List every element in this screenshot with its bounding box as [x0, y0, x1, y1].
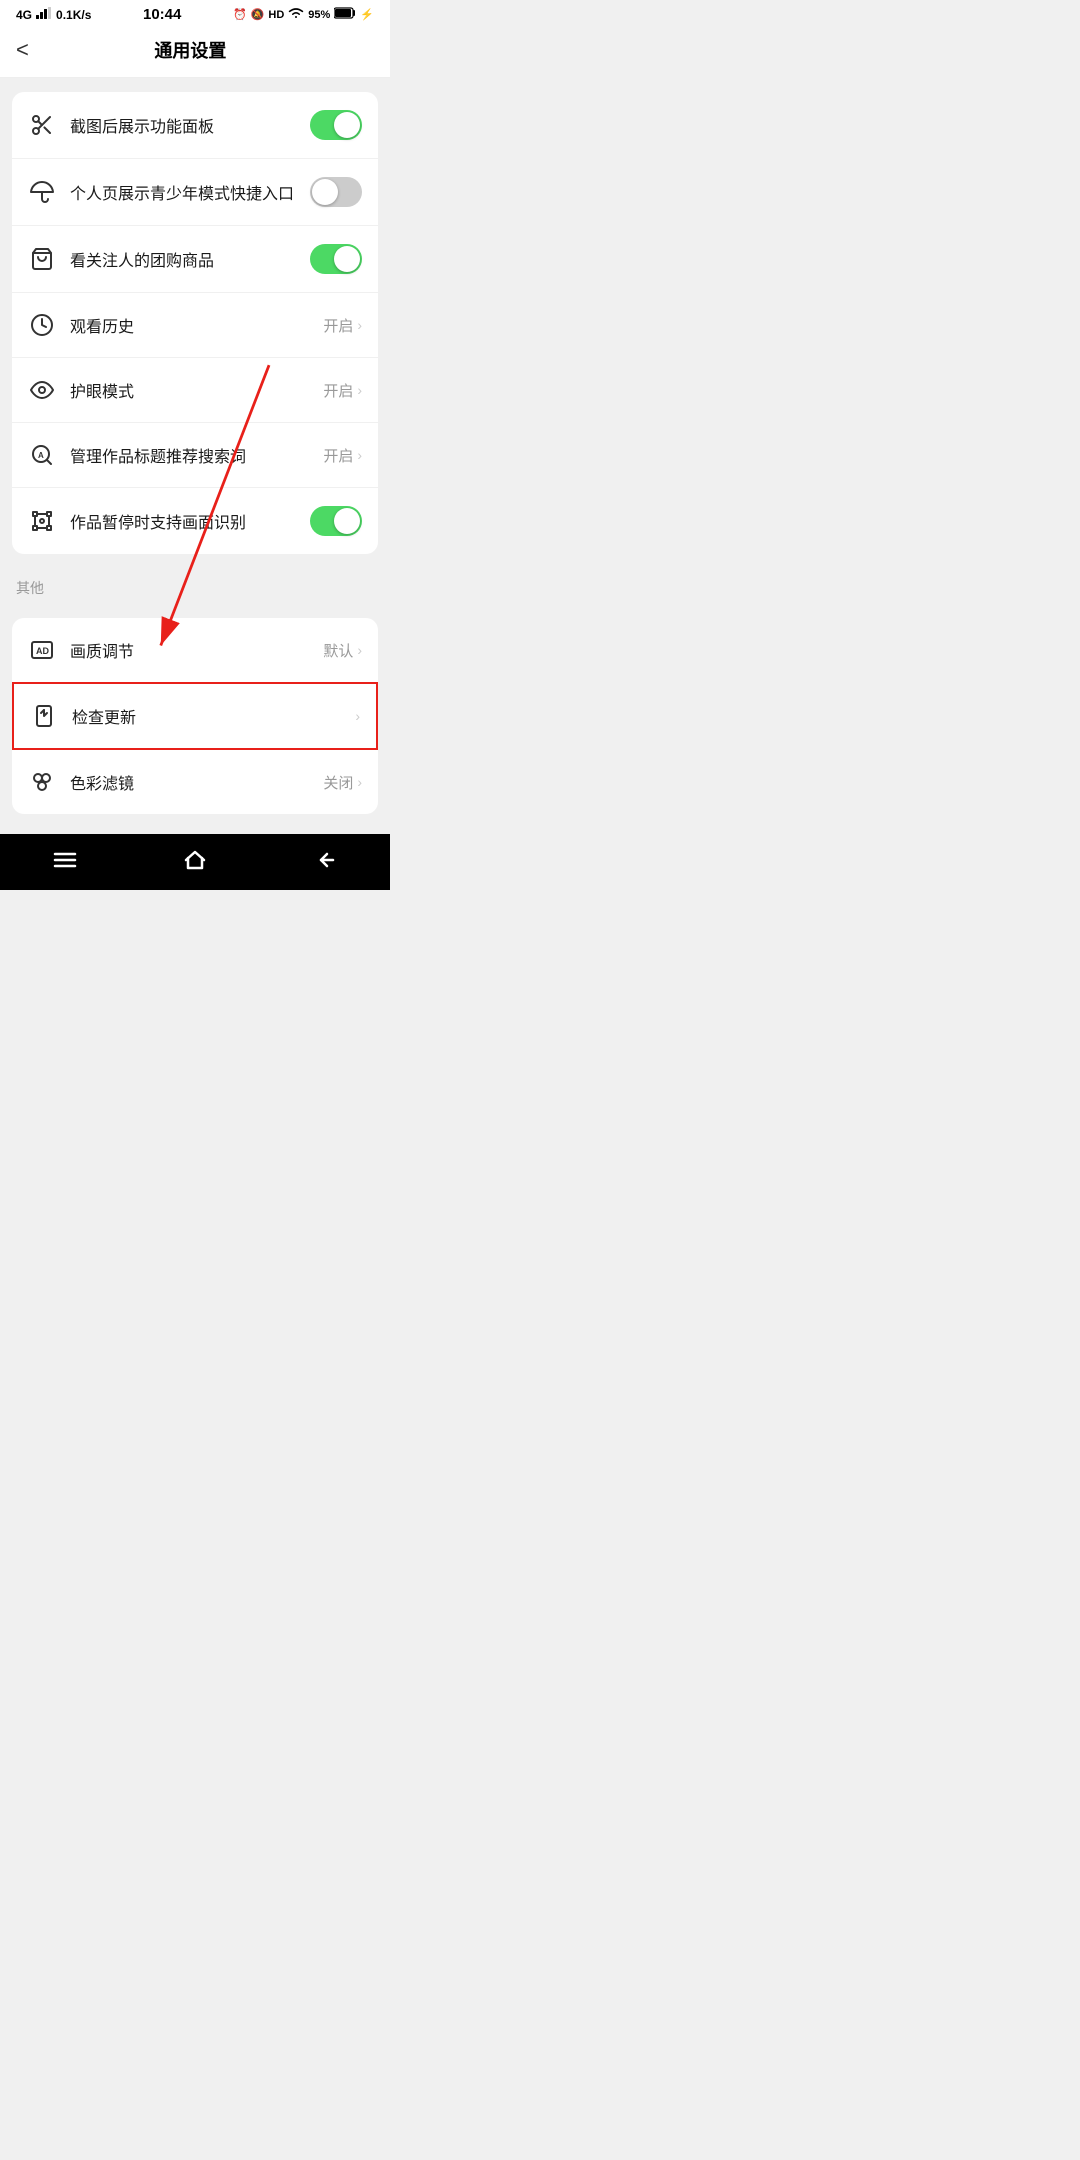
color-status: 关闭: [323, 772, 353, 793]
chevron-eye: ›: [357, 382, 362, 398]
wifi-icon: [288, 7, 304, 22]
svg-text:AD: AD: [36, 646, 49, 656]
setting-row-color-filter[interactable]: 色彩滤镜 关闭 ›: [12, 750, 378, 814]
chevron-search: ›: [357, 447, 362, 463]
chevron-quality: ›: [357, 642, 362, 658]
main-settings-card: 截图后展示功能面板 个人页展示青少年模式快捷入口 看关注人的团购商品: [12, 92, 378, 554]
battery-icon: [334, 7, 356, 22]
setting-label-eye: 护眼模式: [70, 378, 323, 402]
setting-label-color: 色彩滤镜: [70, 770, 323, 794]
search-status: 开启: [323, 445, 353, 466]
back-button[interactable]: <: [16, 37, 29, 63]
chevron-update: ›: [355, 708, 360, 724]
bottom-menu-icon[interactable]: [53, 851, 77, 869]
setting-value-quality: 默认 ›: [323, 640, 362, 661]
silent-icon: 🔕: [251, 8, 265, 21]
setting-label-groupbuy: 看关注人的团购商品: [70, 247, 310, 271]
setting-value-eye: 开启 ›: [323, 380, 362, 401]
signal-bars: [36, 7, 52, 22]
other-section-label: 其他: [0, 568, 390, 604]
bottom-home-icon[interactable]: [183, 848, 207, 872]
svg-text:A: A: [38, 451, 44, 460]
clock-icon: [28, 311, 56, 339]
scan-icon: [28, 507, 56, 535]
setting-label-search: 管理作品标题推荐搜索词: [70, 443, 323, 467]
setting-row-manage-search[interactable]: A 管理作品标题推荐搜索词 开启 ›: [12, 423, 378, 488]
umbrella-icon: [28, 178, 56, 206]
toggle-recognition[interactable]: [310, 506, 362, 536]
bag-icon: [28, 245, 56, 273]
network-speed: 0.1K/s: [56, 8, 91, 22]
main-content: 截图后展示功能面板 个人页展示青少年模式快捷入口 看关注人的团购商品: [0, 92, 390, 814]
check-update-highlight-box: 检查更新 ›: [12, 682, 378, 750]
charging-icon: ⚡: [360, 8, 374, 21]
navigation-bar: < 通用设置: [0, 27, 390, 78]
history-status: 开启: [323, 315, 353, 336]
status-right: ⏰ 🔕 HD 95% ⚡: [233, 7, 374, 22]
setting-label-update: 检查更新: [72, 704, 355, 728]
ad-icon: AD: [28, 636, 56, 664]
status-left: 4G 0.1K/s: [16, 7, 91, 22]
quality-status: 默认: [323, 640, 353, 661]
page-title: 通用设置: [39, 37, 342, 63]
toggle-screenshot[interactable]: [310, 110, 362, 140]
setting-row-screenshot-panel[interactable]: 截图后展示功能面板: [12, 92, 378, 159]
setting-row-eye-protection[interactable]: 护眼模式 开启 ›: [12, 358, 378, 423]
color-icon: [28, 768, 56, 796]
setting-value-search: 开启 ›: [323, 445, 362, 466]
setting-label-youth: 个人页展示青少年模式快捷入口: [70, 180, 310, 204]
hd-icon: HD: [268, 9, 284, 21]
setting-label-screenshot: 截图后展示功能面板: [70, 113, 310, 137]
setting-row-youth-mode[interactable]: 个人页展示青少年模式快捷入口: [12, 159, 378, 226]
setting-row-video-quality[interactable]: AD 画质调节 默认 ›: [12, 618, 378, 682]
search-a-icon: A: [28, 441, 56, 469]
bottom-nav: [0, 834, 390, 890]
chevron-history: ›: [357, 317, 362, 333]
update-icon: [30, 702, 58, 730]
setting-value-history: 开启 ›: [323, 315, 362, 336]
toggle-groupbuy[interactable]: [310, 244, 362, 274]
bottom-back-icon[interactable]: [313, 848, 337, 872]
setting-row-group-buy[interactable]: 看关注人的团购商品: [12, 226, 378, 293]
setting-row-watch-history[interactable]: 观看历史 开启 ›: [12, 293, 378, 358]
setting-row-check-update[interactable]: 检查更新 ›: [14, 684, 376, 748]
alarm-icon: ⏰: [233, 8, 247, 21]
setting-row-image-recognition[interactable]: 作品暂停时支持画面识别: [12, 488, 378, 554]
scissors-icon: [28, 111, 56, 139]
status-bar: 4G 0.1K/s 10:44 ⏰ 🔕 HD 95%: [0, 0, 390, 27]
setting-label-quality: 画质调节: [70, 638, 323, 662]
eye-status: 开启: [323, 380, 353, 401]
chevron-color: ›: [357, 774, 362, 790]
other-settings-card: AD 画质调节 默认 ›: [12, 618, 378, 682]
setting-value-color: 关闭 ›: [323, 772, 362, 793]
eye-icon: [28, 376, 56, 404]
setting-label-recognition: 作品暂停时支持画面识别: [70, 509, 310, 533]
setting-value-update: ›: [355, 708, 360, 724]
setting-label-history: 观看历史: [70, 313, 323, 337]
check-update-wrapper: 检查更新 ›: [12, 682, 378, 750]
battery-percent: 95%: [308, 9, 330, 21]
status-time: 10:44: [143, 6, 181, 23]
color-filter-card: 色彩滤镜 关闭 ›: [12, 750, 378, 814]
toggle-youth[interactable]: [310, 177, 362, 207]
signal-text: 4G: [16, 8, 32, 22]
